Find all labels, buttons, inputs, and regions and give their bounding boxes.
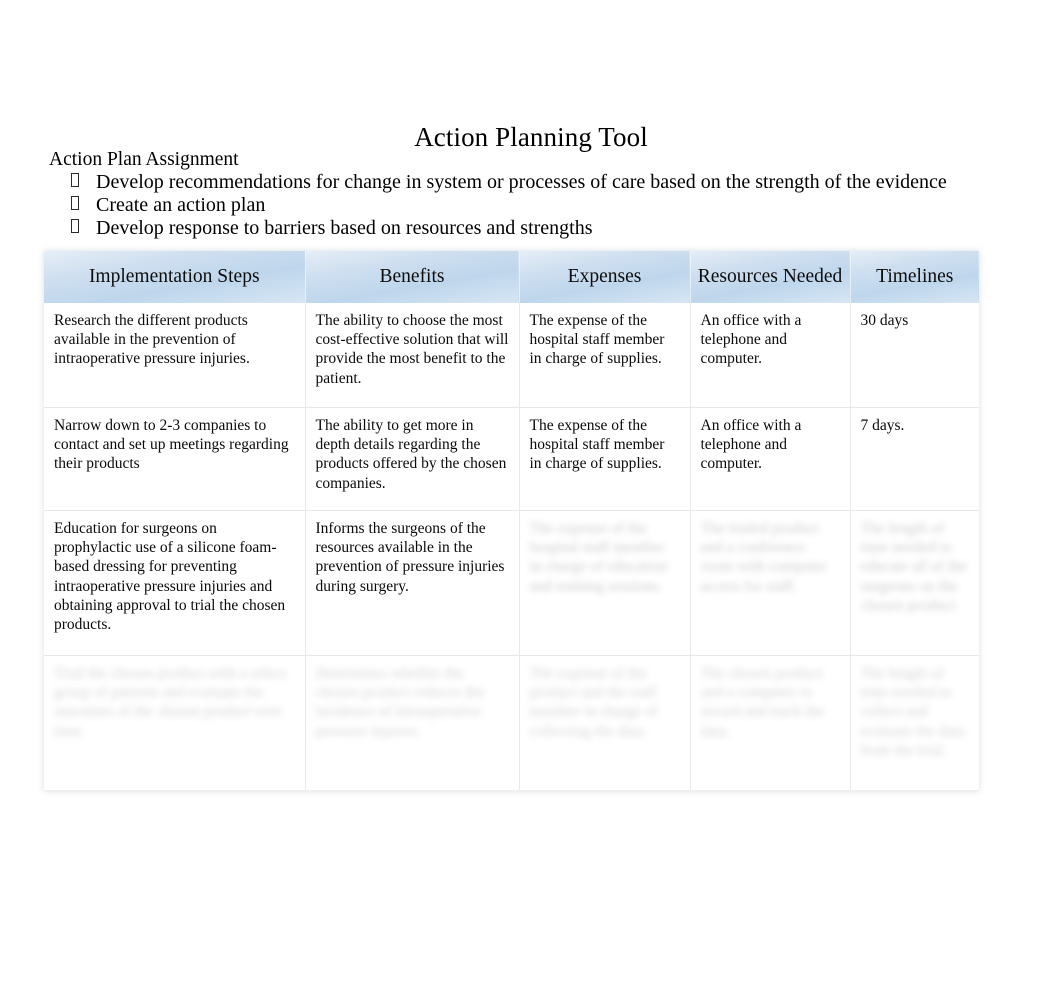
list-item: Develop response to barriers based on re… <box>49 217 1009 240</box>
missing-glyph-box-icon <box>71 219 79 233</box>
list-item-label: Create an action plan <box>96 194 266 216</box>
cell-implementation-steps: Narrow down to 2-3 companies to contact … <box>44 407 306 511</box>
table-header-row: Implementation Steps Benefits Expenses R… <box>44 251 979 303</box>
list-item-label: Develop recommendations for change in sy… <box>96 171 947 193</box>
column-header-timelines: Timelines <box>850 251 979 303</box>
cell-expenses: The expense of the hospital staff member… <box>519 407 691 511</box>
list-item: Develop recommendations for change in sy… <box>49 171 1009 194</box>
cell-benefits: The ability to get more in depth details… <box>305 407 520 511</box>
document-page: Action Planning Tool Action Plan Assignm… <box>0 0 1062 1006</box>
redacted-text: Trial the chosen product with a select g… <box>54 665 286 740</box>
cell-resources-needed: An office with a telephone and computer. <box>690 407 851 511</box>
cell-timelines: 7 days. <box>850 407 979 511</box>
cell-benefits: The ability to choose the most cost-effe… <box>305 303 520 408</box>
cell-resources-needed: The chosen product and a computer to rec… <box>690 655 851 791</box>
table-row: Education for surgeons on prophylactic u… <box>44 510 979 656</box>
cell-timelines: 30 days <box>850 303 979 408</box>
cell-implementation-steps: Education for surgeons on prophylactic u… <box>44 510 306 656</box>
table-row: Research the different products availabl… <box>44 303 979 408</box>
table-row: Narrow down to 2-3 companies to contact … <box>44 407 979 511</box>
missing-glyph-box-icon <box>71 173 79 187</box>
action-plan-table: Implementation Steps Benefits Expenses R… <box>44 251 979 791</box>
cell-benefits: Informs the surgeons of the resources av… <box>305 510 520 656</box>
missing-glyph-box-icon <box>71 196 79 210</box>
column-header-benefits: Benefits <box>305 251 520 303</box>
redacted-text: The expense of the hospital staff member… <box>529 520 668 595</box>
table-row: Trial the chosen product with a select g… <box>44 655 979 791</box>
column-header-implementation-steps: Implementation Steps <box>44 251 306 303</box>
assignment-heading: Action Plan Assignment <box>49 149 239 170</box>
action-plan-table-wrapper: Implementation Steps Benefits Expenses R… <box>44 251 979 791</box>
cell-expenses: The expense of the hospital staff member… <box>519 303 691 408</box>
cell-timelines: The length of time needed to educate all… <box>850 510 979 656</box>
column-header-expenses: Expenses <box>519 251 691 303</box>
cell-resources-needed: The trialed product and a conference roo… <box>690 510 851 656</box>
redacted-text: The length of time needed to educate all… <box>860 520 967 614</box>
redacted-text: The chosen product and a computer to rec… <box>700 665 825 740</box>
redacted-text: The length of time needed to collect and… <box>860 665 965 759</box>
assignment-bullet-list: Develop recommendations for change in sy… <box>49 171 1009 240</box>
redacted-text: The trialed product and a conference roo… <box>700 520 828 595</box>
cell-implementation-steps: Research the different products availabl… <box>44 303 306 408</box>
redacted-text: Determines whether the chosen product re… <box>315 665 484 740</box>
list-item-label: Develop response to barriers based on re… <box>96 217 593 239</box>
cell-benefits: Determines whether the chosen product re… <box>305 655 520 791</box>
column-header-resources-needed: Resources Needed <box>690 251 851 303</box>
cell-expenses: The expense of the product and the staff… <box>519 655 691 791</box>
cell-expenses: The expense of the hospital staff member… <box>519 510 691 656</box>
cell-resources-needed: An office with a telephone and computer. <box>690 303 851 408</box>
cell-implementation-steps: Trial the chosen product with a select g… <box>44 655 306 791</box>
cell-timelines: The length of time needed to collect and… <box>850 655 979 791</box>
redacted-text: The expense of the product and the staff… <box>529 665 658 740</box>
list-item: Create an action plan <box>49 194 1009 217</box>
